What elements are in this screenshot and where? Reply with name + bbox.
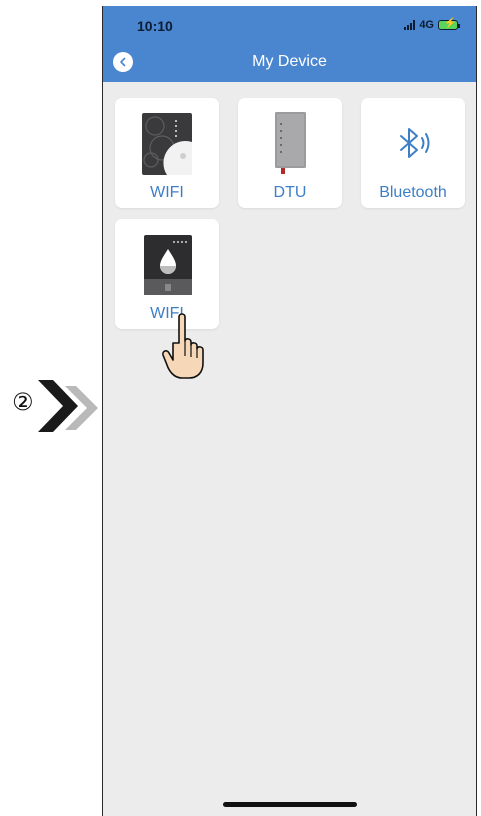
phone-screen: 10:10 4G ⚡ My Device WIFI DTU Bluetooth … [102,6,477,816]
signal-icon [404,20,416,30]
double-chevron-right-icon [38,380,98,432]
device-card-wifi[interactable]: WIFI [115,98,219,208]
pointing-hand-icon [162,313,204,379]
device-label: WIFI [150,184,184,201]
app-header: 10:10 4G ⚡ My Device [103,6,476,82]
device-card-bluetooth[interactable]: Bluetooth [361,98,465,208]
wifi-device-image-2 [144,235,192,295]
page-title: My Device [252,53,327,70]
battery-charging-icon: ⚡ [438,18,460,30]
step-marker: ② [8,378,103,434]
network-label: 4G [419,19,434,31]
status-indicators: 4G ⚡ [404,18,460,31]
bluetooth-icon [400,128,430,158]
home-indicator[interactable] [223,802,357,807]
dtu-device-image [275,112,306,174]
device-label: DTU [273,184,307,201]
device-label: Bluetooth [379,184,447,201]
status-time: 10:10 [137,18,173,34]
wifi-device-image [142,113,192,175]
device-card-dtu[interactable]: DTU [238,98,342,208]
